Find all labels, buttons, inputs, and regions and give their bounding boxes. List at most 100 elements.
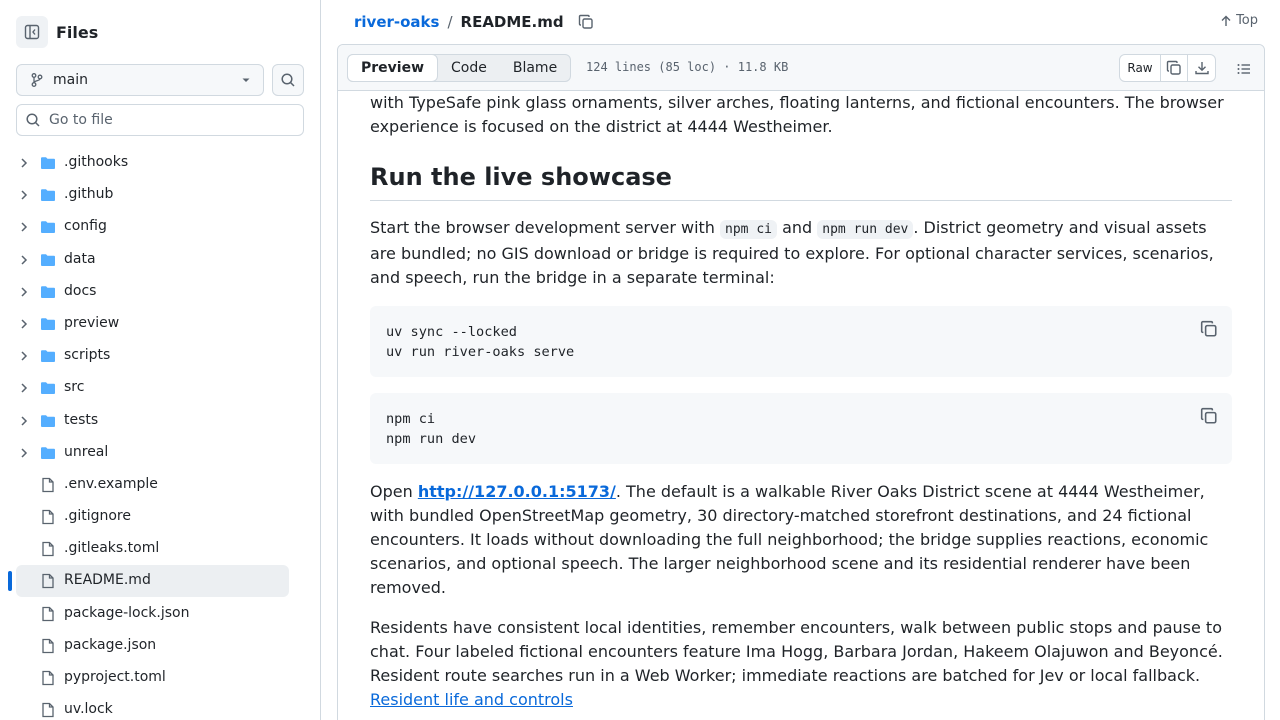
file-icon [42, 542, 54, 557]
code-line: npm run dev [386, 431, 477, 447]
code-block: uv sync --locked uv run river-oaks serve [370, 306, 1232, 377]
sidebar-header: Files [16, 16, 98, 48]
markdown-body: with TypeSafe pink glass ornaments, silv… [370, 91, 1232, 712]
file-icon [42, 638, 54, 653]
branch-selector[interactable]: main [16, 64, 264, 96]
collapse-sidebar-button[interactable] [16, 16, 48, 48]
chevron-right-icon [21, 319, 28, 329]
section-heading: Run the live showcase [370, 162, 1232, 201]
breadcrumb-repo-link[interactable]: river-oaks [354, 13, 439, 31]
file-icon [42, 670, 54, 686]
back-to-top-button[interactable]: Top [1220, 13, 1258, 28]
folder-icon [41, 221, 55, 234]
file-header: Preview Code Blame 124 lines (85 loc) · … [338, 45, 1264, 91]
active-highlight [16, 565, 289, 598]
copy-icon[interactable] [1200, 320, 1218, 338]
chevron-right-icon [21, 222, 28, 232]
copy-icon[interactable] [1200, 407, 1218, 425]
breadcrumb-file-name: README.md [460, 13, 564, 31]
tree-item-label: preview [64, 314, 120, 331]
branch-name: main [53, 72, 88, 88]
paragraph-open-link: Open http://127.0.0.1:5173/. The default… [370, 480, 1232, 600]
tree-folder-item[interactable]: config [0, 211, 320, 243]
tab-preview[interactable]: Preview [347, 53, 439, 82]
paragraph-residents: Residents have consistent local identiti… [370, 616, 1232, 712]
tree-folder-item[interactable]: data [0, 244, 320, 276]
chevron-right-icon [21, 158, 28, 168]
folder-icon [41, 382, 55, 395]
file-icon [42, 509, 54, 525]
chevron-right-icon [21, 351, 28, 361]
tree-item-label: src [64, 379, 85, 396]
active-indicator [8, 571, 12, 592]
folder-icon [41, 157, 55, 169]
tree-item-label: .gitleaks.toml [64, 540, 160, 557]
tree-item-label: README.md [64, 572, 151, 589]
raw-button[interactable]: Raw [1120, 55, 1161, 81]
chevron-right-icon [21, 415, 28, 426]
folder-icon [41, 253, 55, 266]
file-icon [42, 703, 54, 718]
go-to-file-field[interactable] [16, 104, 304, 136]
list-unordered-icon [1237, 64, 1250, 74]
tree-file-item[interactable]: package-lock.json [0, 598, 320, 630]
tree-item-label: .githooks [64, 154, 129, 170]
git-branch-icon [31, 73, 43, 87]
chevron-right-icon [21, 255, 28, 265]
tree-file-item[interactable]: .env.example [0, 469, 320, 501]
search-files-button[interactable] [272, 64, 304, 96]
chevron-right-icon [21, 190, 28, 200]
localhost-link[interactable]: http://127.0.0.1:5173/ [418, 482, 616, 501]
file-icon [42, 574, 54, 589]
main-content: river-oaks / README.md Top Preview Code … [321, 0, 1280, 720]
chevron-right-icon [21, 383, 28, 393]
resident-life-link[interactable]: Resident life and controls [370, 690, 573, 709]
folder-icon [41, 350, 55, 363]
tree-folder-item[interactable]: docs [0, 276, 320, 308]
paragraph-text: Start the browser development server wit… [370, 218, 721, 237]
file-icon [42, 477, 54, 493]
tree-file-item[interactable]: package.json [0, 630, 320, 662]
outline-button[interactable] [1232, 57, 1256, 81]
tree-item-label: config [64, 218, 107, 235]
intro-line: experience is focused on the district at… [370, 117, 833, 136]
tree-file-item[interactable]: README.md [0, 565, 320, 598]
folder-icon [41, 285, 55, 298]
copy-path-button[interactable] [578, 14, 594, 30]
tree-folder-item[interactable]: unreal [0, 437, 320, 469]
tab-code[interactable]: Code [438, 55, 500, 81]
tree-item-label: package.json [64, 636, 157, 653]
go-to-file-input[interactable] [49, 112, 289, 128]
tree-folder-item[interactable]: tests [0, 405, 320, 437]
copy-icon [578, 14, 593, 29]
chevron-right-icon [21, 287, 28, 297]
paragraph-run-instructions: Start the browser development server wit… [370, 216, 1232, 290]
download-icon [1194, 62, 1209, 75]
folder-icon [41, 189, 55, 202]
tree-folder-item[interactable]: preview [0, 308, 320, 340]
arrow-up-icon [1221, 15, 1231, 26]
copy-raw-button[interactable] [1161, 55, 1188, 81]
tree-folder-item[interactable]: scripts [0, 340, 320, 372]
tree-folder-item[interactable]: .github [0, 179, 320, 211]
code-line: uv run river-oaks serve [386, 344, 575, 360]
tree-item-label: scripts [64, 347, 111, 364]
search-icon [281, 73, 295, 87]
file-meta: 124 lines (85 loc) · 11.8 KB [586, 60, 789, 74]
search-icon [26, 113, 40, 127]
tree-item-label: docs [64, 282, 97, 299]
tree-file-item[interactable]: .gitleaks.toml [0, 533, 320, 565]
code-line: npm ci [386, 411, 436, 427]
sidebar-collapse-icon [24, 24, 40, 40]
tree-file-item[interactable]: pyproject.toml [0, 662, 320, 694]
code-line: uv sync --locked [386, 324, 517, 340]
tab-blame[interactable]: Blame [500, 55, 570, 81]
download-button[interactable] [1188, 55, 1215, 81]
tree-folder-item[interactable]: src [0, 372, 320, 404]
paragraph-text: Open [370, 482, 418, 501]
tree-folder-item[interactable]: .githooks [0, 147, 320, 179]
tree-file-item[interactable]: uv.lock [0, 694, 320, 720]
inline-code: npm run dev [817, 220, 914, 239]
tree-file-item[interactable]: .gitignore [0, 501, 320, 533]
paragraph-text: Residents have consistent local identiti… [370, 618, 1223, 685]
